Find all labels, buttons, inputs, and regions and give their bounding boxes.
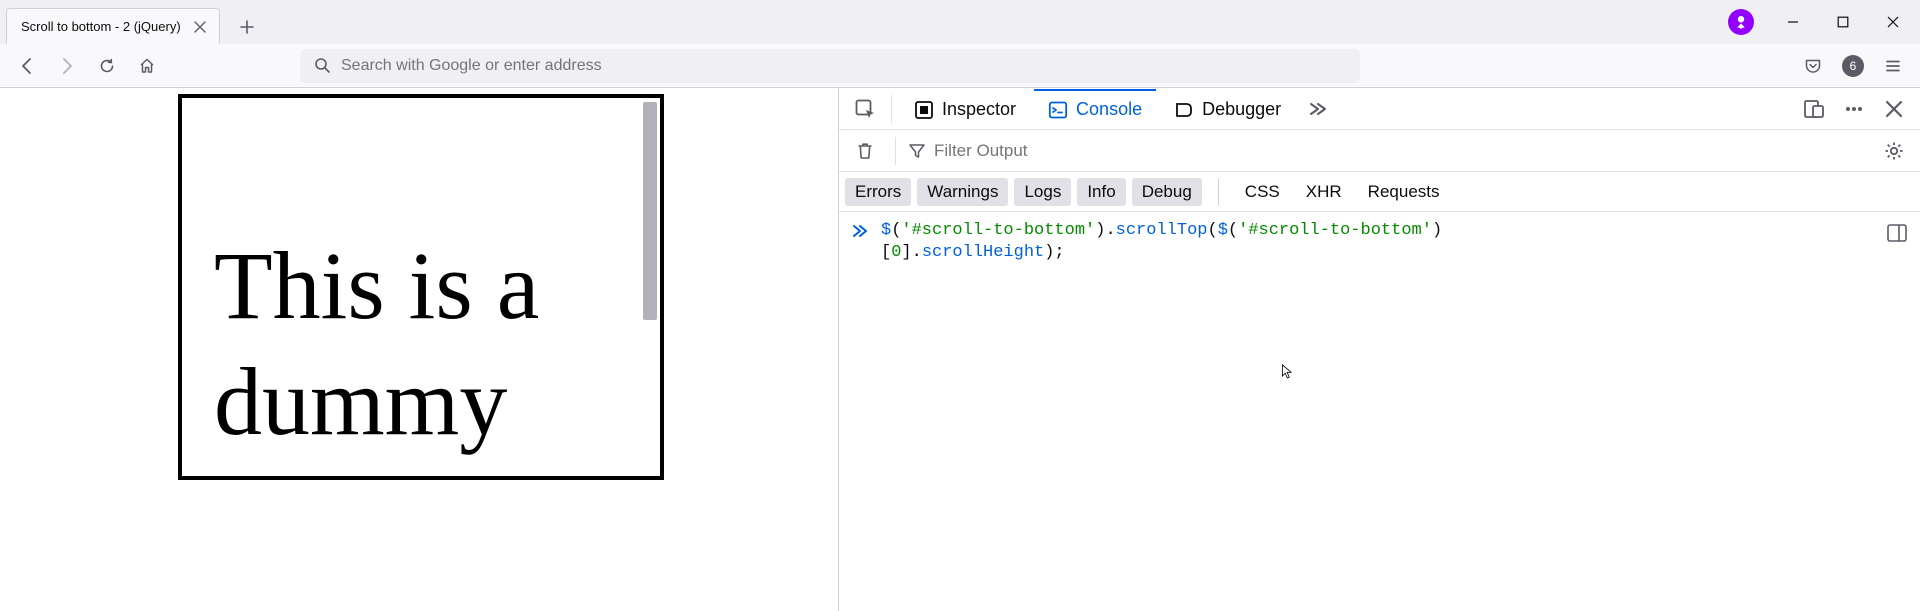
- devtools-menu-button[interactable]: [1836, 91, 1872, 127]
- tab-close-icon[interactable]: [191, 18, 209, 36]
- window-controls: [1728, 0, 1920, 44]
- extensions-count-badge: 6: [1842, 55, 1864, 77]
- devtools-category-bar: Errors Warnings Logs Info Debug CSS XHR …: [839, 172, 1920, 212]
- extensions-button[interactable]: 6: [1836, 49, 1870, 83]
- devtools-close-button[interactable]: [1876, 91, 1912, 127]
- responsive-design-mode-button[interactable]: [1796, 91, 1832, 127]
- category-debug[interactable]: Debug: [1132, 178, 1202, 206]
- devtools-tab-label: Debugger: [1202, 99, 1281, 120]
- reload-button[interactable]: [90, 49, 124, 83]
- new-tab-button[interactable]: [230, 10, 264, 44]
- navigation-bar: 6: [0, 44, 1920, 88]
- home-button[interactable]: [130, 49, 164, 83]
- tab-title: Scroll to bottom - 2 (jQuery): [21, 19, 181, 34]
- filter-output-input[interactable]: [934, 141, 1868, 161]
- window-maximize-button[interactable]: [1820, 2, 1866, 42]
- app-menu-button[interactable]: [1876, 49, 1910, 83]
- scrollbar-thumb[interactable]: [643, 102, 657, 320]
- url-bar[interactable]: [300, 49, 1360, 83]
- url-input[interactable]: [341, 57, 1346, 75]
- console-input-code[interactable]: $('#scroll-to-bottom').scrollTop($('#scr…: [879, 220, 1442, 264]
- console-input-row[interactable]: $('#scroll-to-bottom').scrollTop($('#scr…: [851, 220, 1908, 264]
- account-badge-icon[interactable]: [1728, 9, 1754, 35]
- category-xhr[interactable]: XHR: [1296, 178, 1352, 206]
- console-prompt-icon: [851, 220, 869, 240]
- devtools-more-tabs-button[interactable]: [1299, 91, 1335, 127]
- devtools-tab-label: Console: [1076, 99, 1142, 120]
- category-logs[interactable]: Logs: [1014, 178, 1071, 206]
- forward-button[interactable]: [50, 49, 84, 83]
- browser-tab[interactable]: Scroll to bottom - 2 (jQuery): [6, 8, 220, 44]
- window-close-button[interactable]: [1870, 2, 1916, 42]
- devtools-panel: Inspector Console Debugger: [838, 88, 1920, 611]
- filter-icon: [908, 142, 926, 160]
- devtools-tab-debugger[interactable]: Debugger: [1160, 89, 1295, 129]
- devtools-tab-inspector[interactable]: Inspector: [900, 89, 1030, 129]
- category-warnings[interactable]: Warnings: [917, 178, 1008, 206]
- console-output[interactable]: $('#scroll-to-bottom').scrollTop($('#scr…: [839, 212, 1920, 611]
- devtools-tab-console[interactable]: Console: [1034, 89, 1156, 129]
- console-settings-button[interactable]: [1876, 133, 1912, 169]
- tab-strip: Scroll to bottom - 2 (jQuery): [0, 0, 1920, 44]
- category-css[interactable]: CSS: [1235, 178, 1290, 206]
- page-content: This is a dummy: [0, 88, 838, 611]
- back-button[interactable]: [10, 49, 44, 83]
- category-info[interactable]: Info: [1077, 178, 1125, 206]
- devtools-toolbar: Inspector Console Debugger: [839, 88, 1920, 130]
- pick-element-button[interactable]: [847, 91, 883, 127]
- clear-console-button[interactable]: [847, 133, 883, 169]
- category-errors[interactable]: Errors: [845, 178, 911, 206]
- save-to-pocket-button[interactable]: [1796, 49, 1830, 83]
- category-requests[interactable]: Requests: [1358, 178, 1450, 206]
- scroll-box[interactable]: This is a dummy: [178, 94, 664, 480]
- search-icon: [314, 57, 331, 74]
- window-minimize-button[interactable]: [1770, 2, 1816, 42]
- scroll-box-text: This is a dummy: [214, 228, 614, 460]
- scrollbar-track[interactable]: [640, 100, 658, 474]
- toggle-editor-button[interactable]: [1886, 222, 1910, 246]
- devtools-tab-label: Inspector: [942, 99, 1016, 120]
- devtools-filter-bar: [839, 130, 1920, 172]
